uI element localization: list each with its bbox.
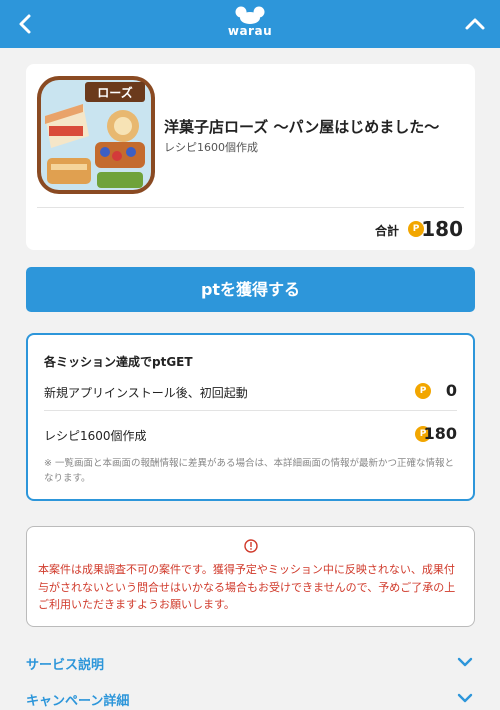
app-title: 洋菓子店ローズ 〜パン屋はじめました〜	[164, 118, 440, 136]
logo-text: warau	[227, 24, 273, 38]
app-card: ローズ 洋菓子店ローズ 〜パン屋はじめました〜 レシピ1600個作成 合計 P …	[26, 64, 475, 250]
chevron-left-icon[interactable]	[12, 10, 38, 38]
mission-points: 0	[445, 381, 457, 400]
warau-logo[interactable]: warau	[225, 6, 275, 42]
warning-text: 本案件は成果調査不可の案件です。獲得予定やミッション中に反映されない、成果付与が…	[38, 563, 456, 611]
chevron-down-icon	[457, 657, 473, 667]
mission-row: レシピ1600個作成 P 180	[44, 424, 457, 445]
mission-heading: 各ミッション達成でptGET	[44, 355, 193, 369]
mission-points: 180	[423, 424, 457, 443]
mission-row: 新規アプリインストール後、初回起動 P 0	[44, 381, 457, 402]
mission-note: ※ 一覧画面と本画面の報酬情報に差異がある場合は、本詳細画面の情報が最新かつ正確…	[44, 458, 454, 484]
total-label: 合計	[374, 224, 399, 238]
app-subtitle: レシピ1600個作成	[164, 141, 258, 154]
info-circle-icon	[244, 539, 258, 553]
svg-text:ローズ: ローズ	[97, 85, 132, 100]
get-points-button[interactable]: ptを獲得する	[26, 267, 475, 312]
mission-label: レシピ1600個作成	[44, 429, 147, 443]
section-service-description[interactable]: サービス説明	[26, 652, 475, 674]
divider	[44, 410, 457, 411]
warning-box: 本案件は成果調査不可の案件です。獲得予定やミッション中に反映されない、成果付与が…	[26, 526, 475, 627]
divider	[37, 207, 464, 208]
mission-label: 新規アプリインストール後、初回起動	[44, 386, 248, 400]
chevron-up-icon[interactable]	[462, 10, 488, 38]
mission-card: 各ミッション達成でptGET 新規アプリインストール後、初回起動 P 0 レシピ…	[26, 333, 475, 501]
section-campaign-details[interactable]: キャンペーン詳細	[26, 688, 475, 710]
logo-mark-icon	[235, 6, 265, 24]
top-header: warau	[0, 0, 500, 48]
chevron-down-icon	[457, 693, 473, 703]
app-icon[interactable]: ローズ	[37, 76, 155, 194]
total-points: 180	[421, 217, 463, 241]
section-label: サービス説明	[26, 658, 105, 673]
point-coin-icon: P	[415, 383, 431, 399]
